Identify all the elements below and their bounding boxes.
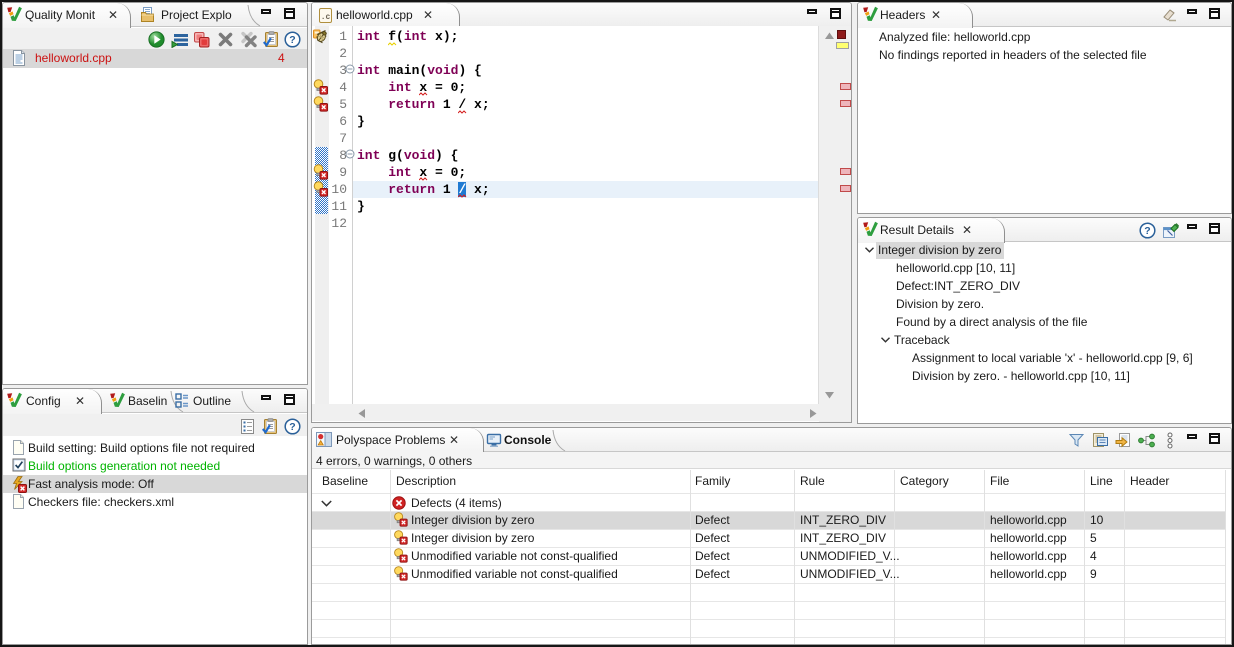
svg-text:?: ? [1144, 225, 1150, 237]
svg-text:?: ? [289, 421, 295, 433]
svg-text:?: ? [289, 34, 295, 46]
svg-text:.c: .c [321, 13, 331, 22]
